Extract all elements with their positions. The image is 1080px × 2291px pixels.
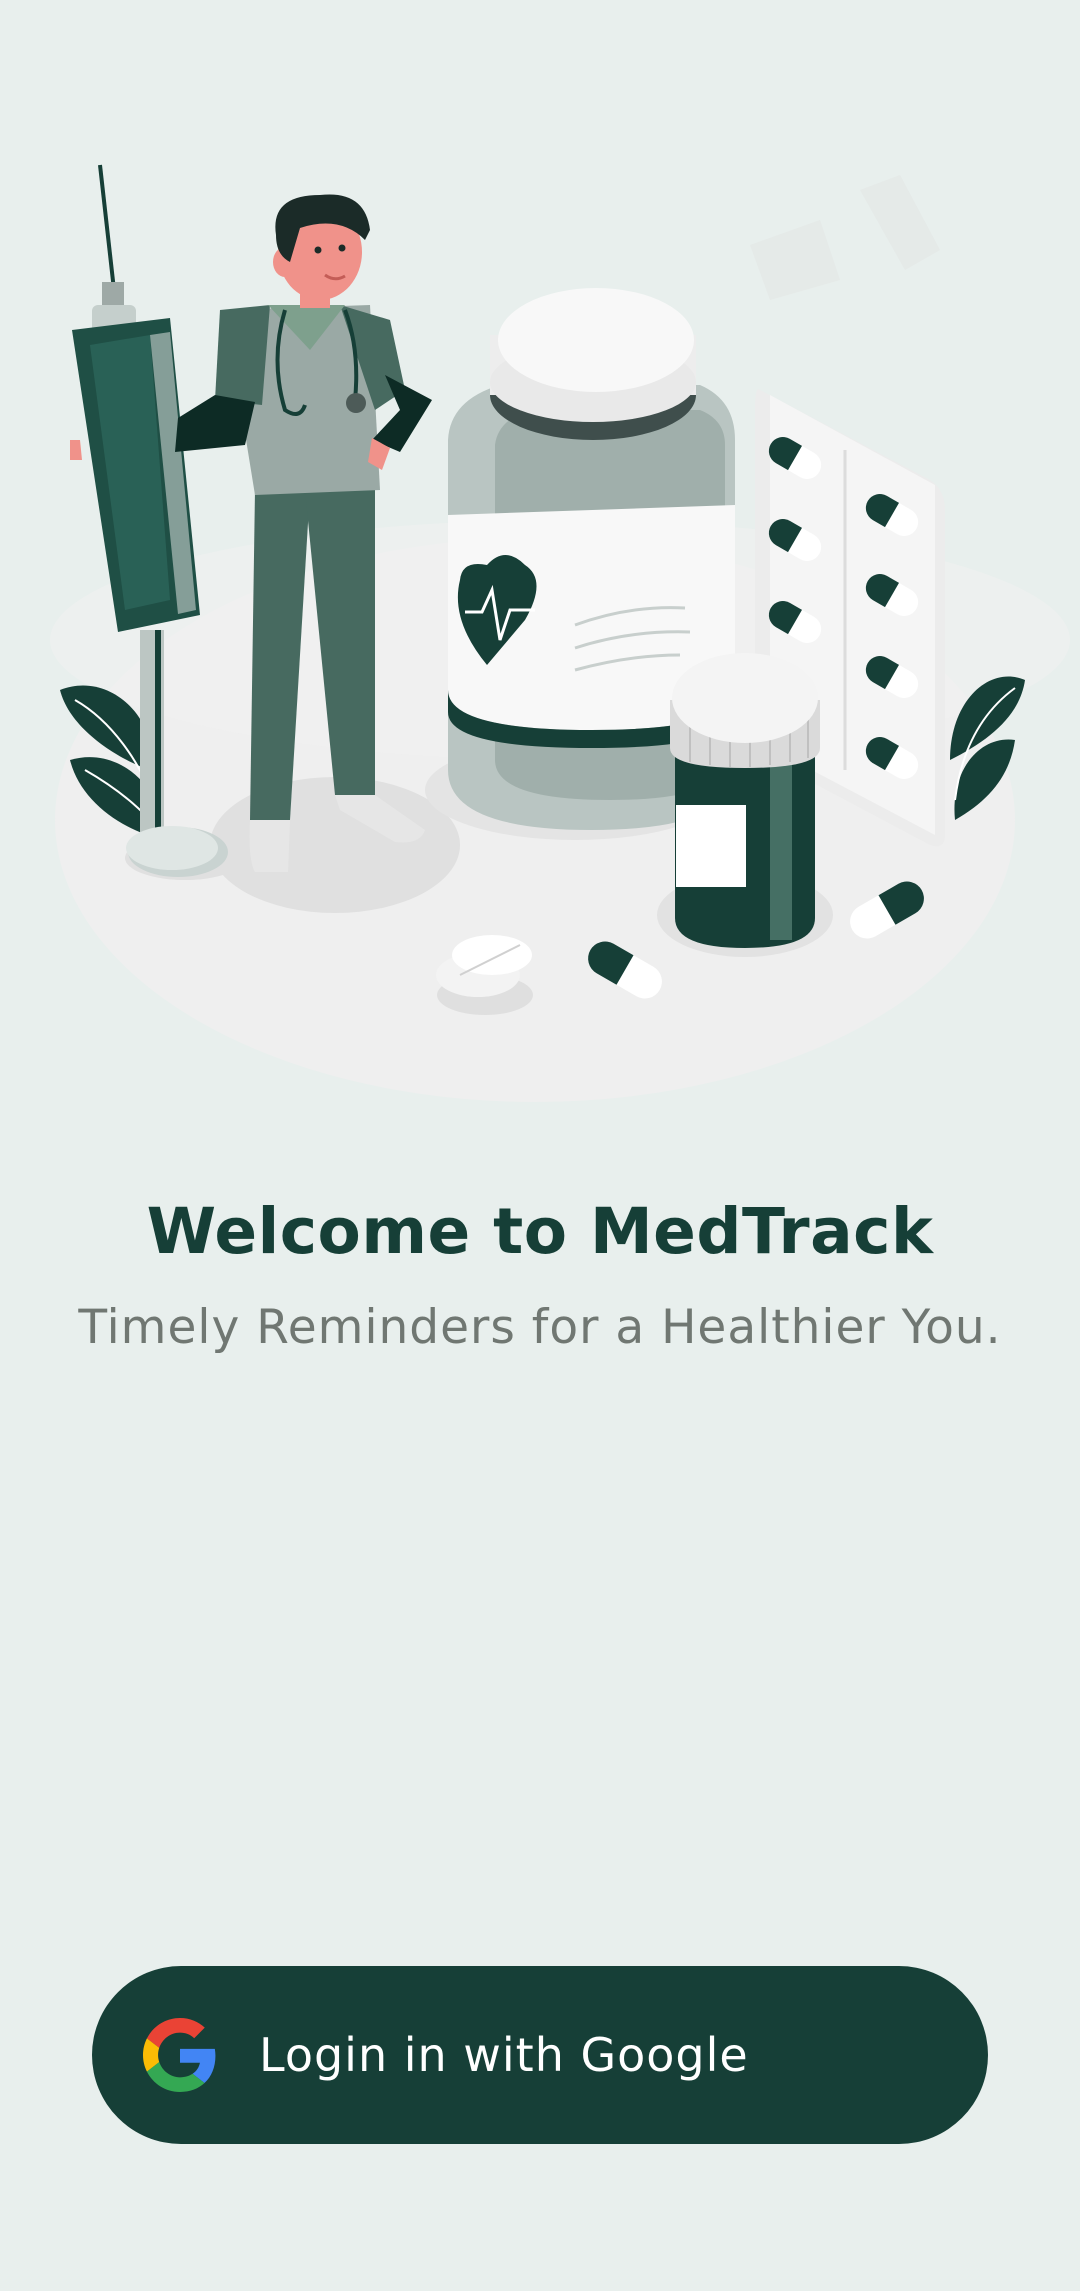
small-medicine-bottle-graphic — [670, 653, 820, 948]
login-button-label: Login in with Google — [259, 2028, 749, 2082]
google-login-button[interactable]: Login in with Google — [92, 1966, 988, 2144]
welcome-subtitle: Timely Reminders for a Healthier You. — [78, 1300, 1002, 1355]
welcome-title: Welcome to MedTrack — [146, 1195, 934, 1268]
hero-illustration — [50, 164, 1070, 1102]
google-icon — [143, 2018, 216, 2092]
